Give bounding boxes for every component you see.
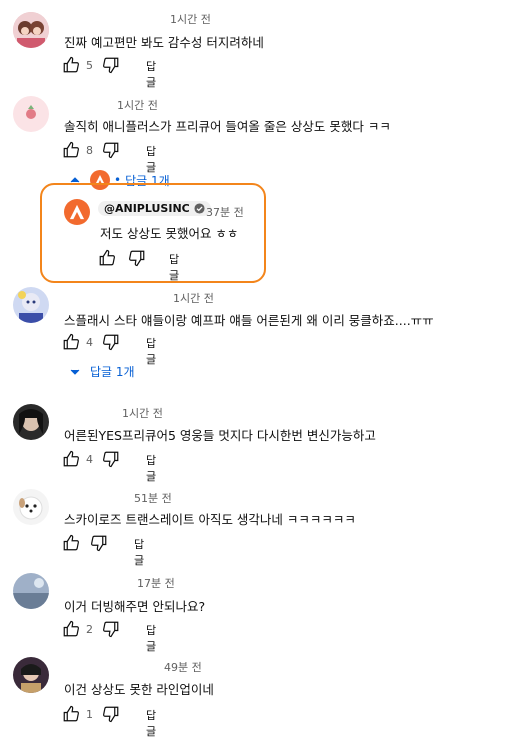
reply-button[interactable]: 답글 xyxy=(134,536,144,568)
avatar[interactable] xyxy=(13,657,49,693)
thumbs-down-icon xyxy=(103,57,119,74)
like-count: 4 xyxy=(86,452,93,466)
thumbs-up-icon xyxy=(63,333,79,350)
like-count: 8 xyxy=(86,143,93,157)
chevron-down-icon xyxy=(70,369,80,375)
dislike-button[interactable] xyxy=(90,534,108,552)
verified-check-icon xyxy=(194,203,205,214)
thumbs-up-icon xyxy=(63,56,79,73)
aniplus-logo-icon xyxy=(69,204,85,220)
avatar[interactable] xyxy=(13,489,49,525)
comment-text: 스카이로즈 트랜스레이트 아직도 생각나네 ㅋㅋㅋㅋㅋㅋ xyxy=(64,512,356,527)
like-button[interactable]: 4 xyxy=(62,333,93,351)
like-button[interactable]: 2 xyxy=(62,620,93,638)
like-button[interactable]: 4 xyxy=(62,450,93,468)
comment-text: 스플래시 스타 얘들이랑 예프파 얘들 어른된게 왜 이리 뭉클하죠....ㅠㅠ xyxy=(64,313,434,328)
comment-time: 1시간 전 xyxy=(122,407,163,420)
comment-text: 이거 더빙해주면 안되나요? xyxy=(64,599,206,614)
comment-text: 솔직히 애니플러스가 프리큐어 들여올 줄은 상상도 못했다 ㅋㅋ xyxy=(64,119,391,134)
reply-button[interactable]: 답글 xyxy=(146,452,156,484)
comment-time: 1시간 전 xyxy=(170,13,211,26)
reply-button[interactable]: 답글 xyxy=(146,335,156,367)
thumbs-down-icon xyxy=(103,451,119,468)
thumbs-down-icon xyxy=(91,535,107,552)
dislike-button[interactable] xyxy=(102,56,120,74)
reply-time: 37분 전 xyxy=(206,206,244,219)
comment-text: 어른된YES프리큐어5 영웅들 멋지다 다시한번 변신가능하고 xyxy=(64,428,376,443)
thumbs-down-icon xyxy=(103,706,119,723)
dislike-button[interactable] xyxy=(102,450,120,468)
dislike-button[interactable] xyxy=(102,141,120,159)
thumbs-down-icon xyxy=(103,142,119,159)
comment-text: 이건 상상도 못한 라인업이네 xyxy=(64,682,214,697)
like-button[interactable] xyxy=(62,534,86,552)
channel-avatar[interactable] xyxy=(64,199,90,225)
thumbs-down-icon xyxy=(129,250,145,267)
channel-handle-chip[interactable]: @ANIPLUSINC xyxy=(98,201,211,216)
avatar[interactable] xyxy=(13,12,49,48)
thumbs-down-icon xyxy=(103,621,119,638)
like-button[interactable]: 8 xyxy=(62,141,93,159)
reply-text: 저도 상상도 못했어요 ㅎㅎ xyxy=(100,226,239,241)
thumbs-up-icon xyxy=(63,141,79,158)
thumbs-up-icon xyxy=(99,249,115,266)
dislike-button[interactable] xyxy=(102,620,120,638)
like-count: 1 xyxy=(86,707,93,721)
avatar[interactable] xyxy=(13,404,49,440)
thumbs-up-icon xyxy=(63,705,79,722)
comment-time: 1시간 전 xyxy=(173,292,214,305)
thumbs-up-icon xyxy=(63,620,79,637)
thumbs-down-icon xyxy=(103,334,119,351)
like-count: 2 xyxy=(86,622,93,636)
dislike-button[interactable] xyxy=(128,249,146,267)
avatar[interactable] xyxy=(13,287,49,323)
avatar[interactable] xyxy=(13,573,49,609)
reply-button[interactable]: 답글 xyxy=(146,58,156,90)
thumbs-up-icon xyxy=(63,534,79,551)
thumbs-up-icon xyxy=(63,450,79,467)
channel-handle: @ANIPLUSINC xyxy=(104,202,190,215)
comment-time: 1시간 전 xyxy=(117,99,158,112)
comment-time: 17분 전 xyxy=(137,577,175,590)
replies-toggle[interactable]: 답글 1개 xyxy=(70,363,135,380)
avatar[interactable] xyxy=(13,96,49,132)
reply-button[interactable]: 답글 xyxy=(169,251,179,283)
reply-button[interactable]: 답글 xyxy=(146,707,156,739)
dislike-button[interactable] xyxy=(102,333,120,351)
comment-time: 51분 전 xyxy=(134,492,172,505)
replies-toggle-label: 답글 1개 xyxy=(90,365,135,379)
like-count: 4 xyxy=(86,335,93,349)
like-count: 5 xyxy=(86,58,93,72)
like-button[interactable]: 5 xyxy=(62,56,93,74)
comment-time: 49분 전 xyxy=(164,661,202,674)
like-button[interactable]: 1 xyxy=(62,705,93,723)
comment-text: 진짜 예고편만 봐도 감수성 터지려하네 xyxy=(64,35,264,50)
reply-button[interactable]: 답글 xyxy=(146,622,156,654)
dislike-button[interactable] xyxy=(102,705,120,723)
like-button[interactable] xyxy=(98,249,116,267)
